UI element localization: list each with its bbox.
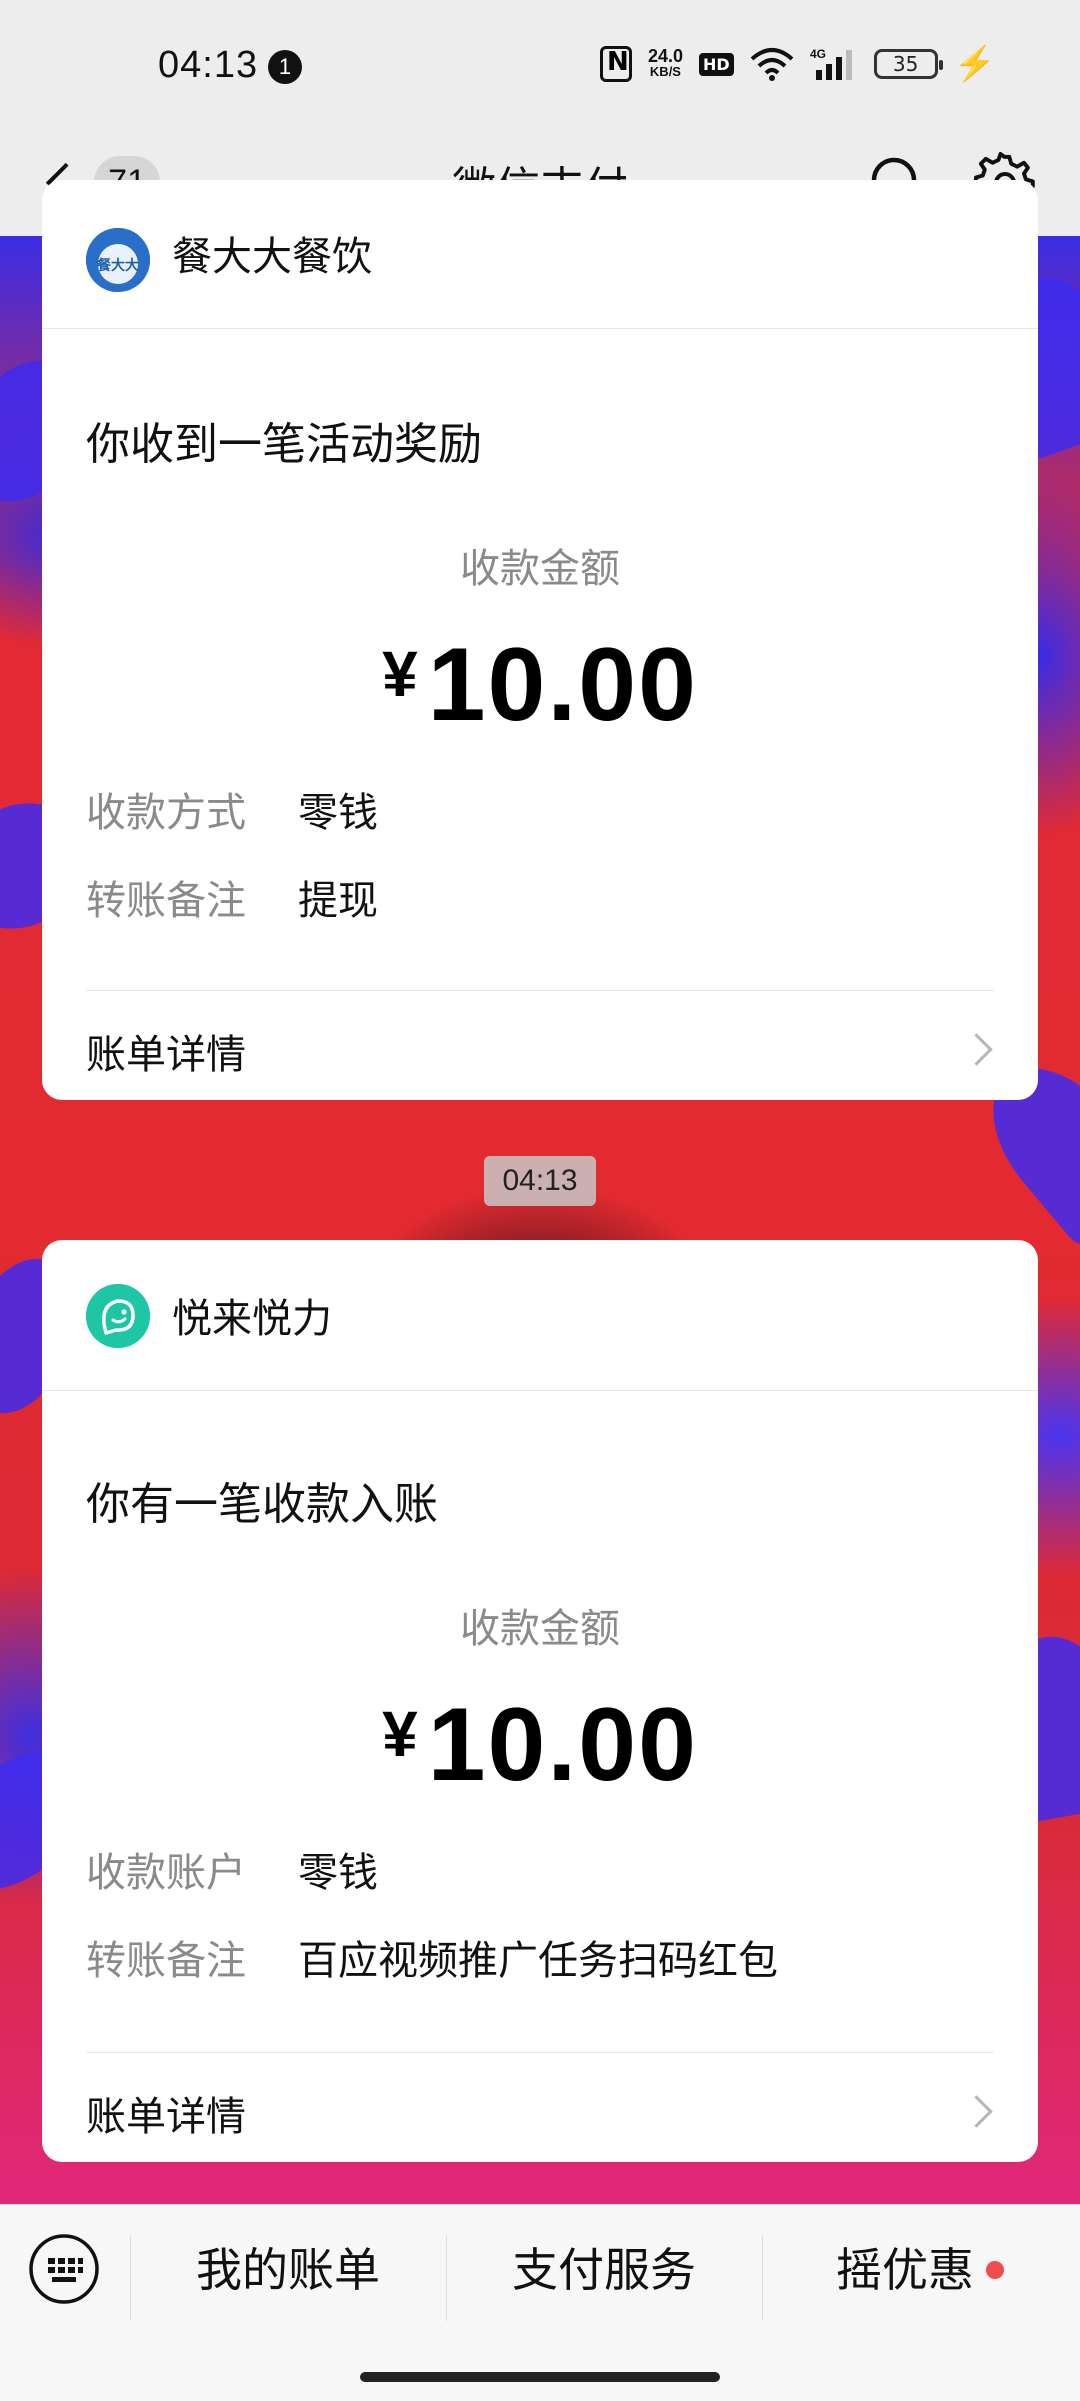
merchant-logo bbox=[86, 1284, 150, 1348]
divider bbox=[86, 990, 994, 991]
merchant-name: 悦来悦力 bbox=[172, 1296, 332, 1342]
amount-number: 10.00 bbox=[427, 627, 698, 743]
amount-value: ¥10.00 bbox=[42, 626, 1038, 745]
menu-separator bbox=[130, 2235, 131, 2321]
timestamp-divider: 04:13 bbox=[484, 1156, 596, 1206]
amount-label: 收款金额 bbox=[460, 546, 620, 592]
info-row: 转账备注 百应视频推广任务扫码红包 bbox=[86, 1928, 778, 1986]
cellular-signal-icon: 4G bbox=[810, 46, 858, 82]
currency-symbol: ¥ bbox=[382, 1698, 418, 1770]
home-indicator[interactable] bbox=[360, 2372, 720, 2382]
new-badge-dot bbox=[986, 2261, 1004, 2279]
status-time: 04:13 bbox=[158, 44, 259, 86]
info-row-key: 收款账户 bbox=[86, 1850, 246, 1896]
amount-label: 收款金额 bbox=[460, 1606, 620, 1652]
hd-badge: HD bbox=[698, 52, 734, 76]
network-type-label: 4G bbox=[810, 47, 826, 61]
message-title: 你收到一笔活动奖励 bbox=[86, 419, 482, 470]
info-row-value: 百应视频推广任务扫码红包 bbox=[298, 1938, 778, 1984]
menu-my-bills[interactable]: 我的账单 bbox=[132, 2225, 444, 2315]
menu-payment-services[interactable]: 支付服务 bbox=[448, 2225, 760, 2315]
info-row-value: 提现 bbox=[298, 878, 378, 924]
card-header: 悦来悦力 bbox=[42, 1240, 1038, 1391]
bill-detail-link[interactable]: 账单详情 bbox=[42, 992, 1038, 1100]
info-row-value: 零钱 bbox=[298, 1850, 378, 1896]
network-speed: 24.0 KB/S bbox=[647, 46, 683, 79]
menu-separator bbox=[762, 2235, 763, 2321]
info-row: 转账备注 提现 bbox=[86, 868, 378, 926]
notification-count-badge: 1 bbox=[268, 50, 302, 84]
keyboard-toggle-icon[interactable] bbox=[28, 2233, 100, 2305]
info-row-key: 转账备注 bbox=[86, 878, 246, 924]
svg-text:餐大大: 餐大大 bbox=[96, 257, 139, 274]
payment-message-card: 悦来悦力 你有一笔收款入账 收款金额 ¥10.00 收款账户 零钱 转账备注 百应视… bbox=[42, 1240, 1038, 2162]
currency-symbol: ¥ bbox=[382, 638, 418, 710]
wifi-icon bbox=[750, 47, 794, 81]
message-title: 你有一笔收款入账 bbox=[86, 1479, 438, 1530]
chevron-right-icon bbox=[960, 2095, 993, 2128]
battery-indicator: 35 bbox=[873, 49, 943, 79]
info-row-key: 转账备注 bbox=[86, 1938, 246, 1984]
divider bbox=[86, 2052, 994, 2053]
bill-detail-link[interactable]: 账单详情 bbox=[42, 2054, 1038, 2162]
amount-value: ¥10.00 bbox=[42, 1686, 1038, 1805]
merchant-logo: 餐大大 bbox=[86, 228, 150, 292]
merchant-name: 餐大大餐饮 bbox=[172, 234, 372, 280]
card-header: 餐大大 餐大大餐饮 bbox=[42, 180, 1038, 329]
nfc-icon bbox=[599, 46, 632, 82]
menu-separator bbox=[446, 2235, 447, 2321]
payment-message-card: 餐大大 餐大大餐饮 你收到一笔活动奖励 收款金额 ¥10.00 收款方式 零钱 转… bbox=[42, 180, 1038, 1100]
bill-detail-label: 账单详情 bbox=[86, 1032, 246, 1078]
bill-detail-label: 账单详情 bbox=[86, 2094, 246, 2140]
status-bar: 04:13 1 24.0 KB/S HD 4G 35 ⚡ bbox=[0, 0, 1080, 130]
info-row-key: 收款方式 bbox=[86, 790, 246, 836]
amount-number: 10.00 bbox=[427, 1687, 698, 1803]
chevron-right-icon bbox=[960, 1033, 993, 1066]
charging-icon: ⚡ bbox=[953, 45, 996, 83]
info-row: 收款账户 零钱 bbox=[86, 1840, 378, 1898]
info-row: 收款方式 零钱 bbox=[86, 780, 378, 838]
info-row-value: 零钱 bbox=[298, 790, 378, 836]
